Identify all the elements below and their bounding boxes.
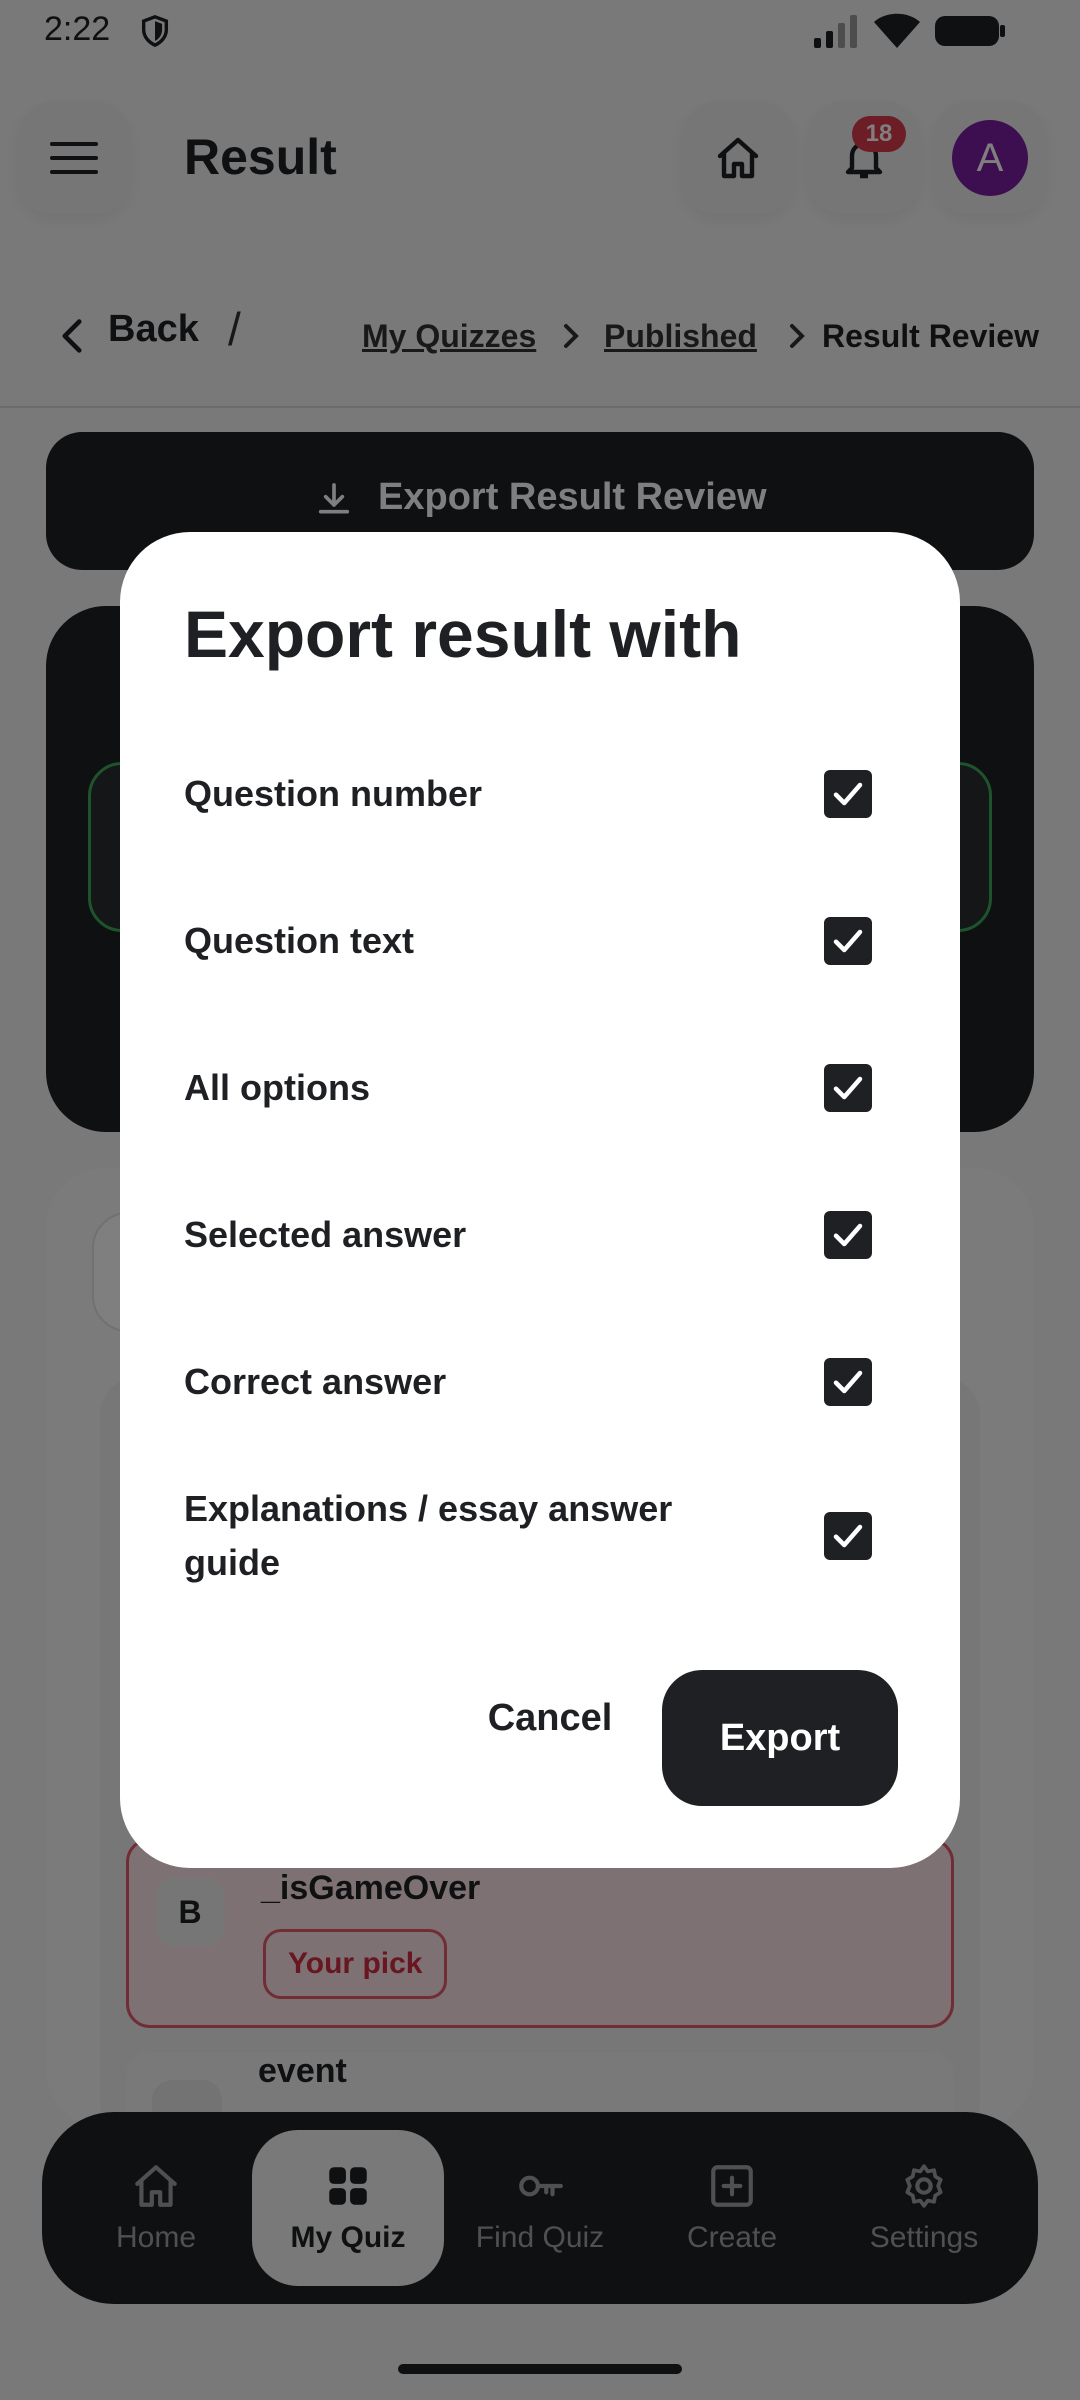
export-option-explanations[interactable]: Explanations / essay answer guide: [184, 1466, 896, 1606]
option-label: Correct answer: [184, 1361, 447, 1402]
check-icon: [833, 782, 863, 806]
dialog-title: Export result with: [184, 597, 742, 671]
cancel-button[interactable]: Cancel: [450, 1670, 650, 1766]
check-icon: [833, 1076, 863, 1100]
option-label: Explanations / essay answer guide: [184, 1488, 673, 1583]
selected-answer-checkbox[interactable]: [824, 1211, 872, 1259]
export-option-question-number[interactable]: Question number: [184, 734, 896, 854]
question-text-checkbox[interactable]: [824, 917, 872, 965]
option-label: Selected answer: [184, 1214, 467, 1255]
check-icon: [833, 929, 863, 953]
option-label: Question number: [184, 773, 483, 814]
export-option-all-options[interactable]: All options: [184, 1028, 896, 1148]
check-icon: [833, 1370, 863, 1394]
export-option-correct-answer[interactable]: Correct answer: [184, 1322, 896, 1442]
check-icon: [833, 1223, 863, 1247]
question-number-checkbox[interactable]: [824, 770, 872, 818]
export-dialog: Export result with Question number Quest…: [120, 532, 960, 1868]
export-option-selected-answer[interactable]: Selected answer: [184, 1175, 896, 1295]
option-label: All options: [184, 1067, 370, 1108]
export-button[interactable]: Export: [662, 1670, 898, 1806]
correct-answer-checkbox[interactable]: [824, 1358, 872, 1406]
option-label: Question text: [184, 920, 415, 961]
check-icon: [833, 1524, 863, 1548]
explanations-checkbox[interactable]: [824, 1512, 872, 1560]
export-option-question-text[interactable]: Question text: [184, 881, 896, 1001]
all-options-checkbox[interactable]: [824, 1064, 872, 1112]
